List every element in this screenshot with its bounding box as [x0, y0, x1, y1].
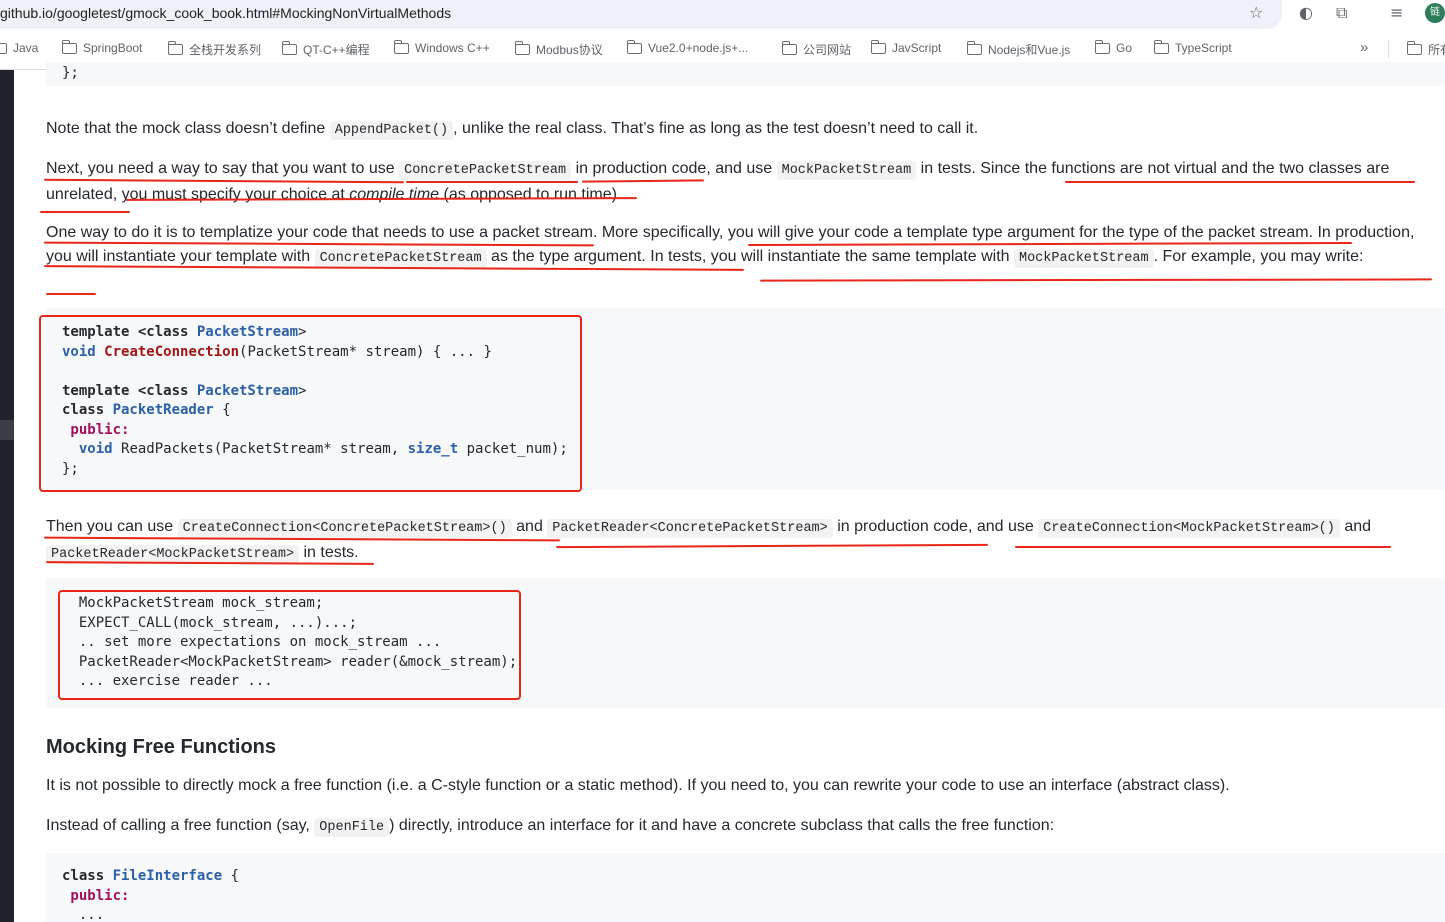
paragraph-free-function: It is not possible to directly mock a fr… [46, 774, 1436, 798]
code-line: class FileInterface { [62, 868, 240, 884]
bookmark-label: Modbus协议 [536, 43, 603, 57]
folder-icon [167, 41, 183, 55]
folder-icon [1153, 39, 1169, 54]
bookmark-qt[interactable]: QT-C++编程 [281, 41, 370, 58]
bookmark-label: QT-C++编程 [303, 43, 370, 57]
text: in tests. [299, 544, 359, 561]
annotation-underline [46, 293, 96, 295]
inline-code: ConcretePacketStream [399, 161, 572, 180]
text: as the type argument. In tests, you will… [486, 248, 1014, 265]
inline-code: CreateConnection<MockPacketStream>() [1038, 519, 1340, 538]
reading-list-icon[interactable]: ≡ [1390, 4, 1403, 22]
folder-icon [281, 41, 297, 55]
text: (as opposed to run time). [439, 186, 622, 203]
inline-code: OpenFile [314, 818, 390, 837]
text: in production code, and use [571, 160, 777, 177]
annotation-underline [406, 181, 578, 183]
address-url[interactable]: github.io/googletest/gmock_cook_book.htm… [0, 5, 451, 21]
folder-icon [1406, 41, 1422, 55]
address-bar[interactable]: github.io/googletest/gmock_cook_book.htm… [0, 0, 1282, 29]
folder-icon [966, 41, 982, 55]
bookmark-label: Java [13, 41, 39, 55]
bookmark-label: TypeScript [1175, 41, 1232, 55]
bookmark-fullstack[interactable]: 全栈开发系列 [167, 41, 262, 58]
bookmark-label: Go [1116, 41, 1133, 55]
text: ) directly, introduce an interface for i… [389, 817, 1055, 834]
more-bookmarks-chevron-icon[interactable]: » [1360, 39, 1368, 56]
bookmark-label: Vue2.0+node.js+... [648, 41, 749, 55]
text: and [511, 518, 548, 535]
bookmark-label: Windows C++ [415, 41, 490, 55]
bookmarks-divider [1388, 40, 1389, 58]
extensions-puzzle-icon[interactable]: ⧉ [1336, 4, 1347, 22]
text: Then you can use [46, 518, 178, 535]
bookmark-label: 全栈开发系列 [189, 43, 262, 57]
paragraph-append-packet: Note that the mock class doesn’t define … [46, 117, 1436, 143]
bookmark-company-site[interactable]: 公司网站 [781, 41, 852, 58]
profile-avatar[interactable]: 链 [1425, 3, 1445, 23]
folder-icon [393, 39, 409, 54]
inline-code: MockPacketStream [776, 161, 917, 180]
annotation-underline [1015, 546, 1391, 548]
bookmark-label: 所有 [1428, 43, 1445, 57]
sidebar-scroll-indicator [0, 420, 14, 440]
folder-icon [514, 41, 530, 55]
annotation-box [39, 315, 582, 492]
folder-icon [61, 39, 77, 54]
inline-code: CreateConnection<ConcretePacketStream>() [177, 519, 512, 538]
extension-circle-icon[interactable]: ◐ [1299, 4, 1313, 22]
bookmark-windows-cpp[interactable]: Windows C++ [393, 39, 490, 55]
bookmark-star-icon[interactable]: ☆ [1249, 4, 1263, 22]
annotation-box [58, 590, 521, 700]
code-line: ... [62, 907, 105, 922]
section-heading: Mocking Free Functions [46, 736, 277, 758]
text: . For example, you may write: [1153, 248, 1364, 265]
folder-icon [781, 41, 797, 55]
code-block-file-interface: class FileInterface { public: ... [46, 853, 1445, 922]
bookmarks-bar: Java SpringBoot 全栈开发系列 QT-C++编程 Windows … [0, 36, 1445, 62]
bookmark-javscript[interactable]: JavScript [870, 39, 942, 55]
text: Instead of calling a free function (say, [46, 817, 315, 834]
code-block-previous: }; [46, 62, 1445, 86]
folder-icon [1094, 39, 1110, 54]
emphasis: compile time [349, 186, 440, 203]
annotation-underline [1065, 181, 1415, 183]
left-sidebar-edge [0, 70, 14, 922]
browser-chrome: github.io/googletest/gmock_cook_book.htm… [0, 0, 1445, 70]
inline-code: PacketReader<ConcretePacketStream> [547, 519, 833, 538]
bookmark-go[interactable]: Go [1094, 39, 1133, 55]
bookmark-java[interactable]: Java [0, 41, 38, 55]
paragraph-then-you-can-use: Then you can use CreateConnection<Concre… [46, 515, 1436, 567]
text: It is not possible to directly mock a fr… [46, 777, 1230, 794]
inline-code: AppendPacket() [329, 121, 454, 140]
bookmark-typescript[interactable]: TypeScript [1153, 39, 1232, 55]
paragraph-templatize: One way to do it is to templatize your c… [46, 221, 1436, 271]
folder-icon [626, 39, 642, 54]
bookmark-label: Nodejs和Vue.js [988, 43, 1071, 57]
text: and [1339, 518, 1372, 535]
text: , unlike the real class. That’s fine as … [453, 120, 979, 137]
bookmark-vue-node[interactable]: Vue2.0+node.js+... [626, 39, 749, 55]
annotation-underline [40, 211, 130, 213]
bookmark-springboot[interactable]: SpringBoot [61, 39, 143, 55]
bookmark-label: JavScript [892, 41, 942, 55]
bookmark-label: SpringBoot [83, 41, 143, 55]
folder-icon [0, 42, 7, 54]
code-line: }; [62, 65, 79, 81]
inline-code: MockPacketStream [1013, 249, 1154, 268]
paragraph-instead-of-calling: Instead of calling a free function (say,… [46, 814, 1436, 840]
bookmark-all[interactable]: 所有 [1406, 41, 1445, 58]
bookmark-label: 公司网站 [803, 43, 852, 57]
text: in production code, and use [832, 518, 1039, 535]
code-line: public: [62, 887, 130, 904]
inline-code: ConcretePacketStream [314, 249, 487, 268]
text: Note that the mock class doesn’t define [46, 120, 330, 137]
bookmark-nodejs-vue[interactable]: Nodejs和Vue.js [966, 41, 1071, 58]
text: Next, you need a way to say that you wan… [46, 160, 400, 177]
bookmark-modbus[interactable]: Modbus协议 [514, 41, 603, 58]
folder-icon [870, 39, 886, 54]
